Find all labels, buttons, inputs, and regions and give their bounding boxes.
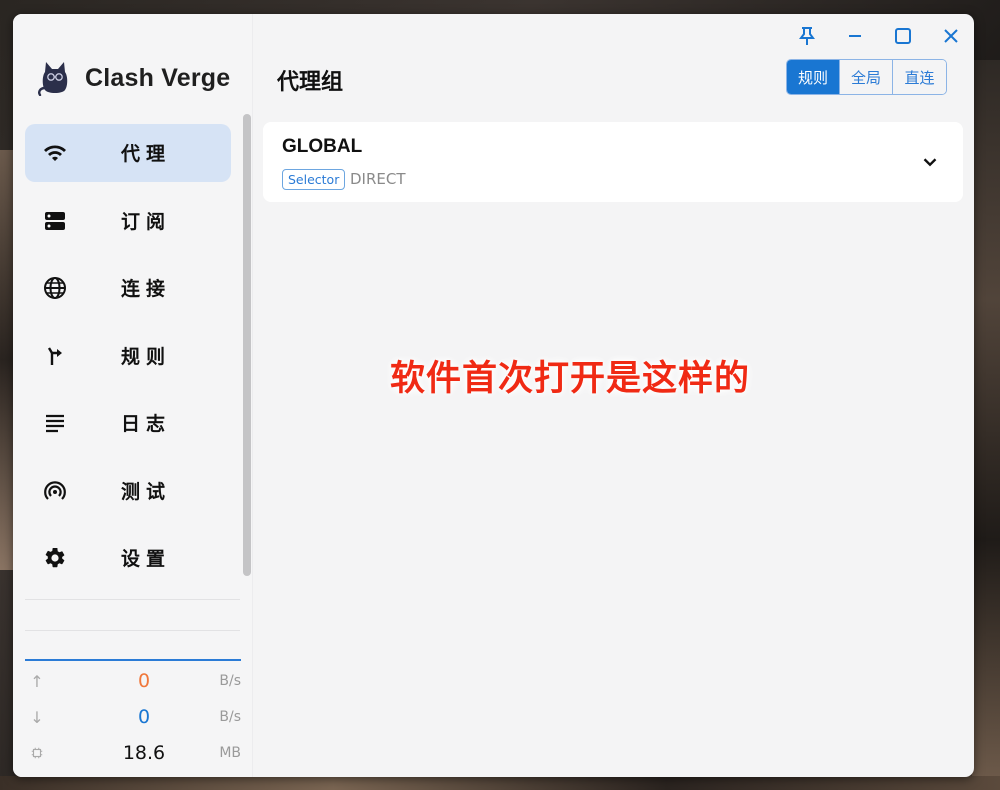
- sidebar-item-proxy[interactable]: 代理: [25, 124, 231, 182]
- sidebar-item-label: 连接: [121, 278, 172, 300]
- download-speed: ↓ 0 B/s: [25, 706, 241, 732]
- memory-unit: MB: [219, 745, 241, 761]
- gear-icon: [43, 546, 67, 570]
- mode-rule-button[interactable]: 规则: [787, 60, 840, 94]
- chevron-down-icon: [923, 158, 937, 167]
- upload-speed: ↑ 0 B/s: [25, 670, 241, 696]
- upload-unit: B/s: [219, 673, 241, 689]
- minimize-button[interactable]: [843, 24, 867, 48]
- pin-button[interactable]: [795, 24, 819, 48]
- sidebar-divider: [25, 599, 240, 600]
- fork-arrow-icon: [43, 344, 67, 368]
- app-logo: Clash Verge: [37, 60, 230, 96]
- arrow-up-icon: ↑: [30, 672, 44, 691]
- memory-chip-icon: [29, 746, 45, 762]
- maximize-button[interactable]: [891, 24, 915, 48]
- close-button[interactable]: [939, 24, 963, 48]
- sidebar-item-settings[interactable]: 设置: [25, 529, 231, 587]
- mode-direct-button[interactable]: 直连: [893, 60, 946, 94]
- sidebar-item-label: 测试: [121, 480, 172, 503]
- sidebar-item-logs[interactable]: 日志: [25, 394, 231, 452]
- globe-icon: [43, 276, 67, 300]
- maximize-icon: [895, 28, 911, 44]
- cat-logo-icon: [38, 62, 68, 96]
- sidebar-item-label: 设置: [121, 548, 172, 570]
- text-lines-icon: [43, 411, 67, 435]
- proxy-mode-toggle: 规则 全局 直连: [786, 59, 947, 95]
- memory-usage: 18.6 MB: [25, 742, 241, 768]
- upload-value: 0: [137, 670, 151, 692]
- page-title: 代理组: [277, 70, 344, 95]
- arrow-down-icon: ↓: [30, 708, 44, 727]
- mode-global-button[interactable]: 全局: [840, 60, 893, 94]
- traffic-graph-line[interactable]: [25, 659, 241, 661]
- sidebar-item-test[interactable]: 测试: [25, 462, 231, 520]
- close-icon: [944, 29, 958, 43]
- proxy-group-name: GLOBAL: [282, 136, 363, 157]
- storage-icon: [43, 209, 67, 233]
- memory-value: 18.6: [122, 742, 166, 764]
- expand-button[interactable]: [919, 151, 941, 173]
- pin-icon: [799, 27, 815, 45]
- sidebar-scrollbar[interactable]: [243, 114, 251, 576]
- sidebar: Clash Verge 代理 订阅 连接 规则 日志 测试 设置 ↑ 0 B/s…: [13, 14, 253, 777]
- sidebar-item-connections[interactable]: 连接: [25, 259, 231, 317]
- sidebar-nav: 代理 订阅 连接 规则 日志 测试 设置: [25, 124, 231, 597]
- proxy-group-card[interactable]: GLOBAL Selector DIRECT: [263, 122, 963, 202]
- minimize-icon: [849, 35, 861, 37]
- sidebar-item-label: 规则: [121, 345, 172, 368]
- sidebar-item-label: 订阅: [121, 210, 172, 233]
- download-value: 0: [137, 706, 151, 728]
- sidebar-item-profiles[interactable]: 订阅: [25, 192, 231, 250]
- sidebar-item-label: 日志: [121, 413, 172, 435]
- sidebar-divider: [25, 630, 240, 631]
- sidebar-item-label: 代理: [121, 143, 172, 165]
- download-unit: B/s: [219, 709, 241, 725]
- proxy-group-current: DIRECT: [350, 170, 406, 188]
- app-name: Clash Verge: [85, 63, 231, 92]
- signal-icon: [43, 479, 67, 503]
- wifi-icon: [43, 141, 67, 165]
- sidebar-item-rules[interactable]: 规则: [25, 327, 231, 385]
- proxy-group-type-badge: Selector: [282, 169, 346, 190]
- annotation-text: 软件首次打开是这样的: [389, 359, 750, 399]
